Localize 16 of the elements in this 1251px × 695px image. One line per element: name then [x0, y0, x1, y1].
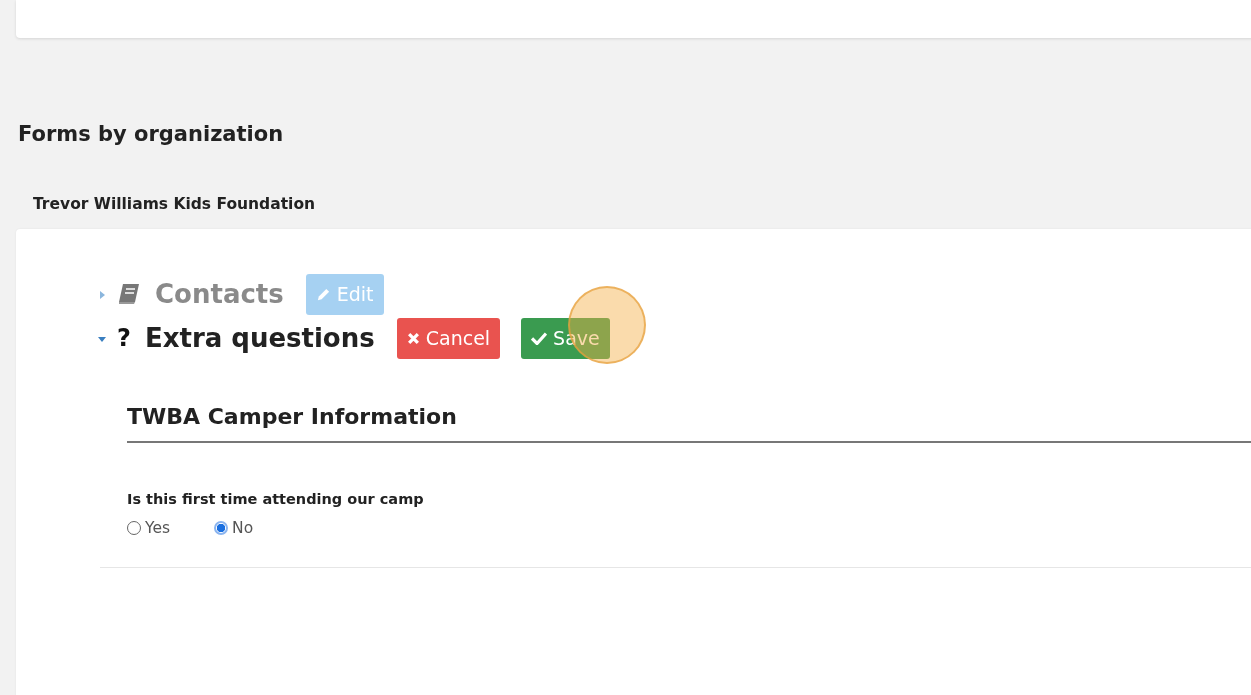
question-mark-icon: ?	[117, 324, 131, 352]
radio-button[interactable]	[127, 521, 141, 535]
form-title: TWBA Camper Information	[127, 404, 1251, 443]
caret-icon[interactable]	[97, 334, 107, 344]
pencil-icon	[315, 286, 331, 302]
question-label: Is this first time attending our camp	[127, 491, 425, 507]
page-heading: Forms by organization	[18, 122, 285, 146]
close-icon	[406, 331, 420, 345]
radio-label[interactable]: No	[232, 519, 254, 537]
radio-button[interactable]	[214, 521, 229, 535]
organization-name: Trevor Williams Kids Foundation	[33, 195, 317, 213]
checkmark-icon	[531, 331, 548, 345]
section-title[interactable]: Extra questions	[144, 323, 375, 353]
cancel-button[interactable]: Cancel	[396, 317, 501, 359]
book-icon	[117, 283, 141, 305]
radio-label[interactable]: Yes	[145, 519, 171, 537]
